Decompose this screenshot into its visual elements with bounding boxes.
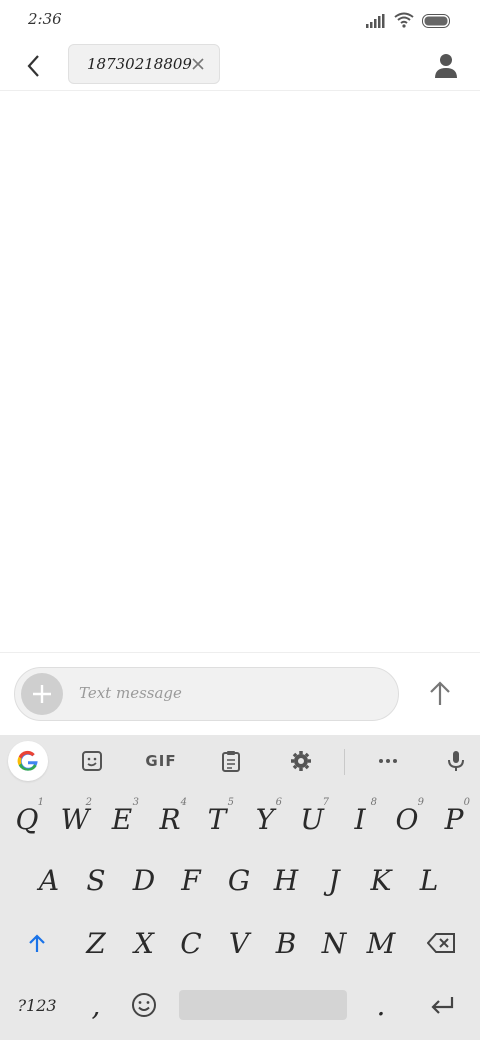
- clipboard-icon: [222, 751, 240, 772]
- keyboard: GIF Q1 W2 E3 R4 T5 Y6 U7 I8 O9 P0 A S D …: [0, 735, 480, 1040]
- recipient-chip[interactable]: 18730218809: [68, 44, 220, 84]
- google-button[interactable]: [8, 741, 48, 781]
- clipboard-button[interactable]: [213, 743, 249, 779]
- voice-input-button[interactable]: [438, 743, 474, 779]
- wifi-icon: [394, 12, 414, 32]
- key-p[interactable]: P0: [432, 791, 476, 847]
- message-placeholder: Text message: [79, 684, 182, 702]
- enter-key[interactable]: [414, 977, 470, 1033]
- emoji-key[interactable]: [121, 977, 167, 1033]
- key-l[interactable]: L: [406, 852, 452, 908]
- gif-label: GIF: [145, 752, 177, 770]
- status-time: 2:36: [28, 10, 62, 28]
- shift-arrow-icon: [29, 934, 45, 952]
- space-key[interactable]: [179, 990, 347, 1020]
- key-g[interactable]: G: [216, 852, 262, 908]
- chevron-left-icon: [27, 55, 39, 77]
- period-key[interactable]: .: [358, 977, 404, 1033]
- key-b[interactable]: B: [263, 915, 309, 971]
- key-n[interactable]: N: [311, 915, 357, 971]
- signal-icon: [366, 13, 386, 32]
- emoji-icon: [132, 993, 156, 1017]
- sticker-button[interactable]: [74, 743, 110, 779]
- keyboard-toolbar: GIF: [0, 735, 480, 787]
- status-bar: 2:36: [0, 0, 480, 42]
- key-f[interactable]: F: [168, 852, 214, 908]
- key-j[interactable]: J: [311, 852, 357, 908]
- plus-icon: [33, 685, 51, 703]
- comma-key[interactable]: ,: [73, 977, 119, 1033]
- toolbar-divider: [344, 749, 345, 775]
- gif-button[interactable]: GIF: [143, 743, 179, 779]
- shift-key[interactable]: [6, 915, 68, 971]
- message-input[interactable]: Text message: [14, 667, 399, 721]
- key-v[interactable]: V: [216, 915, 262, 971]
- key-q[interactable]: Q1: [4, 791, 50, 847]
- attach-button[interactable]: [21, 673, 63, 715]
- key-s[interactable]: S: [73, 852, 119, 908]
- battery-icon: [422, 13, 452, 32]
- backspace-key[interactable]: [414, 915, 470, 971]
- enter-icon: [431, 997, 454, 1014]
- key-k[interactable]: K: [358, 852, 404, 908]
- key-e[interactable]: E3: [99, 791, 145, 847]
- gear-icon: [291, 751, 311, 771]
- microphone-icon: [448, 751, 464, 771]
- google-icon: [17, 750, 38, 771]
- arrow-up-icon: [430, 681, 450, 705]
- key-u[interactable]: U7: [289, 791, 335, 847]
- person-icon: [435, 54, 457, 78]
- contact-button[interactable]: [430, 50, 462, 82]
- key-t[interactable]: T5: [194, 791, 240, 847]
- key-w[interactable]: W2: [52, 791, 98, 847]
- key-c[interactable]: C: [168, 915, 214, 971]
- key-h[interactable]: H: [263, 852, 309, 908]
- more-button[interactable]: [370, 743, 406, 779]
- key-d[interactable]: D: [121, 852, 167, 908]
- back-button[interactable]: [18, 50, 50, 82]
- close-icon: [192, 58, 204, 70]
- key-i[interactable]: I8: [337, 791, 383, 847]
- sticker-icon: [82, 751, 102, 771]
- status-icons: [366, 12, 452, 32]
- remove-recipient-button[interactable]: [189, 55, 207, 73]
- message-list: [0, 91, 480, 651]
- send-button[interactable]: [424, 675, 456, 711]
- conversation-header: 18730218809: [0, 42, 480, 91]
- settings-button[interactable]: [283, 743, 319, 779]
- key-y[interactable]: Y6: [242, 791, 288, 847]
- composer: Text message: [0, 652, 480, 735]
- key-o[interactable]: O9: [384, 791, 430, 847]
- key-x[interactable]: X: [121, 915, 167, 971]
- key-z[interactable]: Z: [73, 915, 119, 971]
- key-a[interactable]: A: [26, 852, 72, 908]
- more-horizontal-icon: [379, 759, 397, 763]
- key-r[interactable]: R4: [147, 791, 193, 847]
- key-m[interactable]: M: [358, 915, 404, 971]
- backspace-icon: [427, 933, 455, 953]
- symbols-key[interactable]: ?123: [6, 977, 68, 1033]
- recipient-number: 18730218809: [87, 55, 192, 73]
